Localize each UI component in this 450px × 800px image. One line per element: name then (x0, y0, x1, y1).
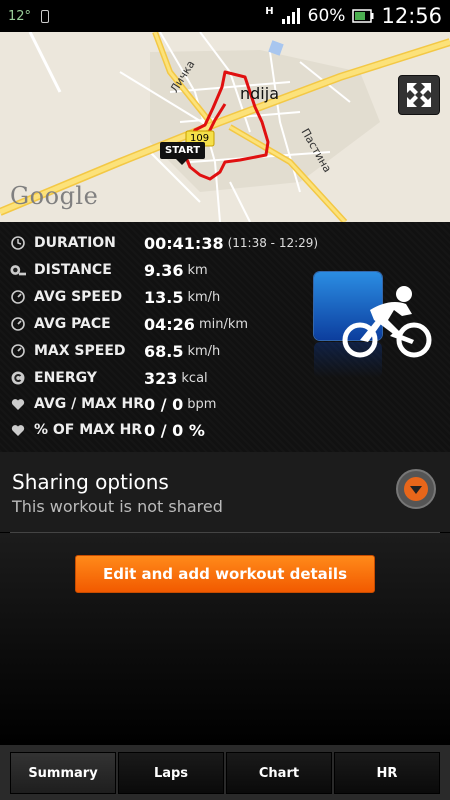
stat-label: DURATION (34, 235, 116, 251)
battery-icon (352, 9, 374, 23)
clock-icon (10, 235, 26, 251)
stat-unit: bpm (187, 396, 217, 412)
energy-icon (10, 370, 26, 386)
sharing-expand-button[interactable] (396, 469, 436, 509)
stat-label: MAX SPEED (34, 343, 126, 359)
stat-row-avg-max-hr: AVG / MAX HR 0 / 0 bpm (10, 392, 216, 416)
google-logo: Google (10, 182, 99, 210)
sharing-status: This workout is not shared (12, 497, 223, 516)
town-label: ndija (240, 84, 279, 103)
chevron-down-icon (404, 477, 428, 501)
battery-level: 60% (307, 6, 346, 26)
clock: 12:56 (381, 4, 442, 28)
stat-value: 00:41:38 (144, 233, 224, 253)
stat-unit: km/h (187, 289, 221, 305)
stat-value: 13.5 (144, 287, 184, 307)
gauge-icon (10, 343, 26, 359)
sharing-title: Sharing options (12, 470, 169, 494)
stat-time-range: (11:38 - 12:29) (227, 236, 319, 250)
stat-label: DISTANCE (34, 262, 112, 278)
cycling-icon (342, 286, 432, 358)
expand-icon (407, 83, 431, 107)
stat-value: 9.36 (144, 260, 184, 280)
sharing-options[interactable]: Sharing options This workout is not shar… (0, 452, 450, 532)
stat-label: AVG / MAX HR (34, 396, 145, 412)
stat-label: AVG SPEED (34, 289, 123, 305)
stat-label: ENERGY (34, 370, 97, 386)
tab-chart[interactable]: Chart (226, 752, 332, 794)
stat-value: 0 / 0 % (144, 420, 205, 440)
stat-label: AVG PACE (34, 316, 111, 332)
tab-bar: Summary Laps Chart HR (0, 745, 450, 800)
stat-value: 68.5 (144, 341, 184, 361)
tab-laps[interactable]: Laps (118, 752, 224, 794)
signal-icon (281, 8, 300, 24)
stat-row-avg-pace: AVG PACE 04:26 min/km (10, 312, 248, 336)
start-marker: START (160, 142, 206, 165)
network-type: H (265, 6, 274, 17)
gauge-icon (10, 289, 26, 305)
stat-unit: km/h (187, 343, 221, 359)
stat-row-distance: DISTANCE 9.36 km (10, 258, 208, 282)
stat-label: % OF MAX HR (34, 422, 143, 438)
stat-unit: min/km (198, 316, 249, 332)
gauge-icon (10, 316, 26, 332)
fullscreen-button[interactable] (398, 75, 440, 115)
stat-value: 0 / 0 (144, 394, 184, 414)
stat-value: 323 (144, 368, 178, 388)
phone-icon (41, 9, 50, 23)
stat-row-avg-speed: AVG SPEED 13.5 km/h (10, 285, 220, 309)
stat-row-energy: ENERGY 323 kcal (10, 366, 208, 390)
stat-unit: kcal (181, 370, 208, 386)
tab-summary[interactable]: Summary (10, 752, 116, 794)
stat-row-duration: DURATION 00:41:38 (11:38 - 12:29) (10, 231, 318, 255)
temperature: 12° (8, 8, 32, 24)
route-map[interactable]: Личка Пастина ndija 109 START Google (0, 32, 450, 222)
heart-icon (10, 422, 26, 438)
stat-unit: km (187, 262, 208, 278)
stat-row-max-speed: MAX SPEED 68.5 km/h (10, 339, 220, 363)
stat-row-percent-max-hr: % OF MAX HR 0 / 0 % (10, 418, 205, 442)
heart-icon (10, 396, 26, 412)
distance-icon (10, 262, 26, 278)
tab-hr[interactable]: HR (334, 752, 440, 794)
stat-value: 04:26 (144, 314, 195, 334)
edit-workout-button[interactable]: Edit and add workout details (75, 555, 375, 593)
status-bar: 12° H 60% 12:56 (0, 0, 450, 32)
